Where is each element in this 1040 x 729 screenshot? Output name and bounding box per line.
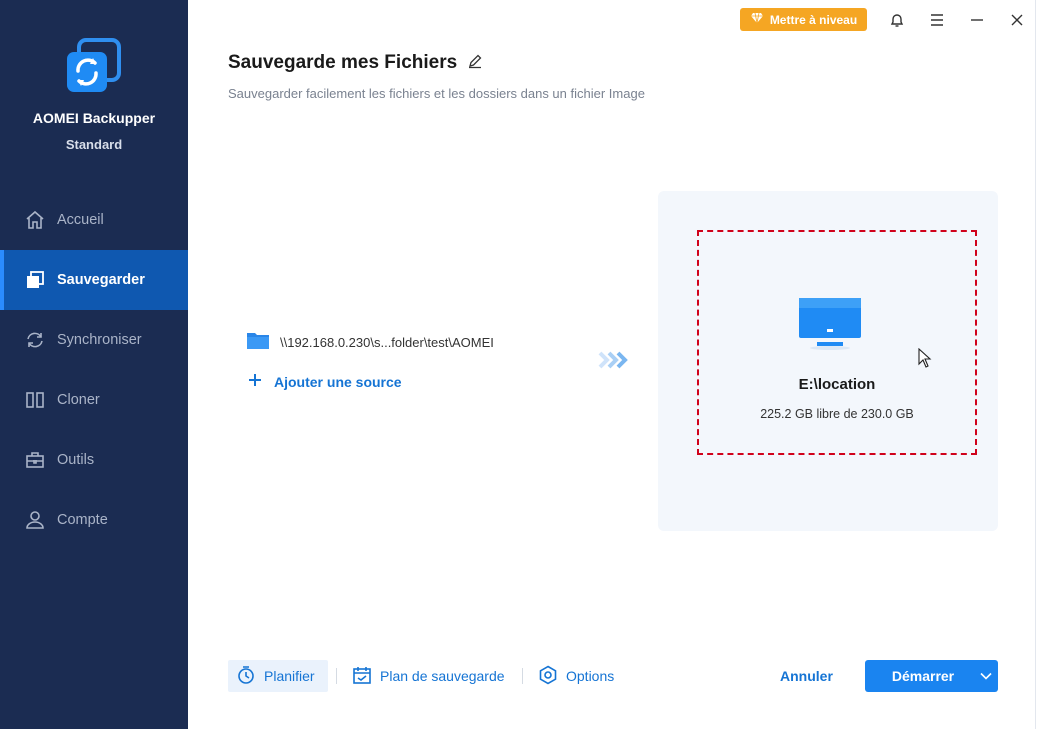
- schedule-label: Planifier: [264, 668, 315, 684]
- separator: [336, 668, 337, 684]
- monitor-icon: [799, 298, 861, 355]
- forward-arrows-icon: [598, 350, 630, 375]
- start-button[interactable]: Démarrer: [865, 660, 998, 692]
- chevron-down-icon[interactable]: [973, 660, 998, 692]
- menu-icon[interactable]: [925, 8, 949, 32]
- cancel-button[interactable]: Annuler: [780, 668, 833, 684]
- destination-panel: E:\location 225.2 GB libre de 230.0 GB: [658, 191, 998, 531]
- source-item[interactable]: \\192.168.0.230\s...folder\test\AOMEI: [246, 330, 494, 355]
- schedule-button[interactable]: Planifier: [228, 660, 328, 692]
- app-edition: Standard: [65, 137, 123, 152]
- home-icon: [25, 210, 45, 230]
- sidebar-item-label: Cloner: [57, 392, 100, 408]
- diamond-icon: [750, 12, 764, 27]
- add-source-label: Ajouter une source: [274, 373, 402, 390]
- page-title: Sauvegarde mes Fichiers: [228, 52, 458, 73]
- folder-icon: [246, 330, 270, 355]
- sidebar-item-label: Synchroniser: [57, 332, 142, 348]
- add-source-button[interactable]: Ajouter une source: [248, 373, 402, 390]
- backup-icon: [25, 270, 45, 290]
- backup-plan-button[interactable]: Plan de sauvegarde: [352, 660, 505, 692]
- destination-name: E:\location: [798, 376, 876, 393]
- page-subtitle: Sauvegarder facilement les fichiers et l…: [228, 86, 645, 101]
- sidebar-nav: Accueil Sauvegarder Synchroniser Cloner …: [0, 190, 188, 550]
- backup-plan-label: Plan de sauvegarde: [380, 668, 505, 684]
- toolbox-icon: [25, 450, 45, 470]
- options-label: Options: [566, 668, 615, 684]
- window-border: [1035, 0, 1040, 729]
- timer-icon: [236, 665, 256, 688]
- plus-icon: [248, 373, 262, 390]
- sidebar-item-cloner[interactable]: Cloner: [0, 370, 188, 430]
- mouse-cursor-icon: [918, 347, 932, 373]
- sidebar-item-label: Sauvegarder: [57, 272, 145, 288]
- sidebar: AOMEI Backupper Standard Accueil Sauvega…: [0, 0, 188, 729]
- sidebar-item-synchroniser[interactable]: Synchroniser: [0, 310, 188, 370]
- sidebar-item-label: Accueil: [57, 212, 104, 228]
- sync-icon: [25, 330, 45, 350]
- minimize-icon[interactable]: [965, 8, 989, 32]
- upgrade-button[interactable]: Mettre à niveau: [740, 8, 867, 31]
- title-row: Sauvegarde mes Fichiers: [228, 52, 483, 74]
- sidebar-item-accueil[interactable]: Accueil: [0, 190, 188, 250]
- start-label: Démarrer: [891, 668, 955, 684]
- sidebar-item-label: Compte: [57, 512, 108, 528]
- app-name: AOMEI Backupper: [32, 110, 156, 126]
- source-path: \\192.168.0.230\s...folder\test\AOMEI: [280, 335, 494, 350]
- options-button[interactable]: Options: [538, 660, 614, 692]
- close-icon[interactable]: [1005, 8, 1029, 32]
- upgrade-label: Mettre à niveau: [769, 12, 858, 27]
- separator: [522, 668, 523, 684]
- sidebar-item-compte[interactable]: Compte: [0, 490, 188, 550]
- sidebar-item-outils[interactable]: Outils: [0, 430, 188, 490]
- user-icon: [25, 510, 45, 530]
- destination-selector[interactable]: E:\location 225.2 GB libre de 230.0 GB: [697, 230, 977, 455]
- clone-icon: [25, 390, 45, 410]
- bell-icon[interactable]: [885, 8, 909, 32]
- gear-icon: [538, 665, 558, 688]
- destination-free-space: 225.2 GB libre de 230.0 GB: [760, 407, 914, 421]
- sidebar-item-label: Outils: [57, 452, 95, 468]
- edit-pencil-icon[interactable]: [467, 53, 483, 74]
- calendar-icon: [352, 665, 372, 688]
- app-logo-icon: [65, 38, 123, 96]
- sidebar-item-sauvegarder[interactable]: Sauvegarder: [0, 250, 188, 310]
